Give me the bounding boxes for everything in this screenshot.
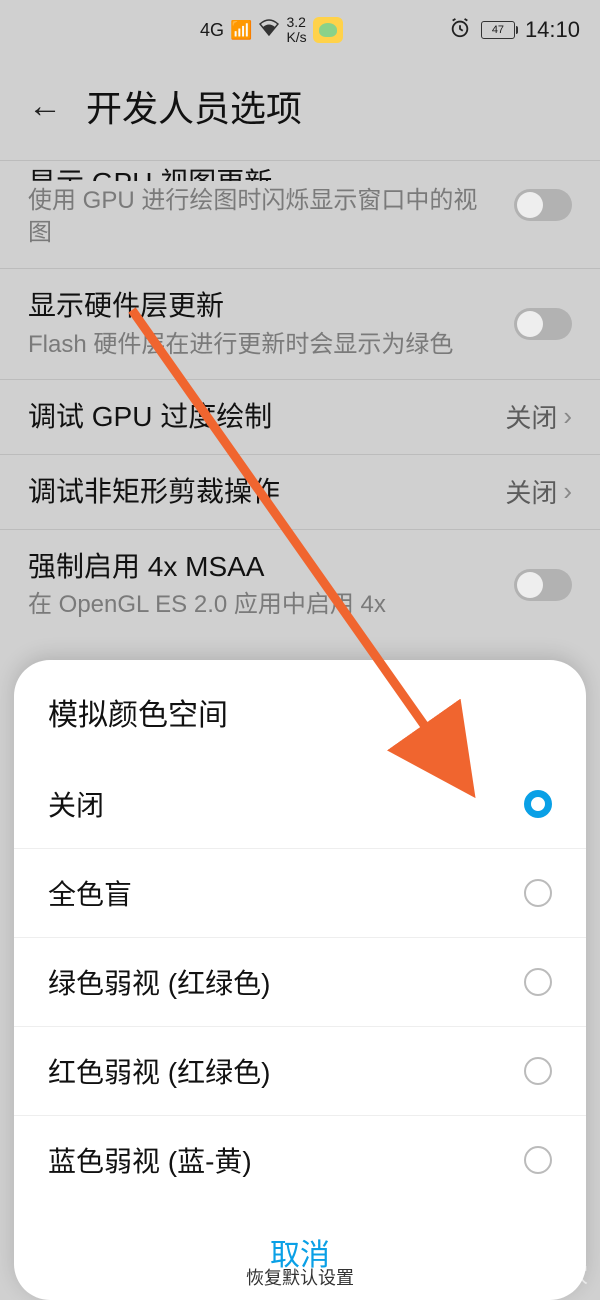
radio-icon[interactable] bbox=[524, 1057, 552, 1085]
setting-4x-msaa[interactable]: 强制启用 4x MSAA 在 OpenGL ES 2.0 应用中启用 4x bbox=[0, 530, 600, 640]
option-label: 关闭 bbox=[48, 784, 104, 824]
setting-nonrect-clip[interactable]: 调试非矩形剪裁操作 关闭 › bbox=[0, 455, 600, 530]
settings-list: 显示 GPU 视图更新 使用 GPU 进行绘图时闪烁显示窗口中的视图 显示硬件层… bbox=[0, 160, 600, 640]
option-label: 绿色弱视 (红绿色) bbox=[48, 962, 270, 1002]
option-label: 蓝色弱视 (蓝-黄) bbox=[48, 1140, 252, 1180]
alarm-icon bbox=[449, 17, 471, 44]
setting-desc: 使用 GPU 进行绘图时闪烁显示窗口中的视图 bbox=[28, 185, 494, 250]
reset-defaults-label: 恢复默认设置 bbox=[0, 1264, 600, 1290]
setting-value: 关闭 bbox=[505, 473, 557, 510]
network-4g-label: 4G bbox=[200, 20, 224, 41]
option-protanomaly[interactable]: 红色弱视 (红绿色) bbox=[14, 1027, 586, 1116]
radio-selected-icon[interactable] bbox=[524, 790, 552, 818]
setting-desc: 在 OpenGL ES 2.0 应用中启用 4x bbox=[28, 589, 494, 621]
radio-icon[interactable] bbox=[524, 968, 552, 996]
modal-title: 模拟颜色空间 bbox=[14, 684, 586, 754]
setting-title: 显示硬件层更新 bbox=[28, 287, 494, 325]
setting-title: 调试非矩形剪裁操作 bbox=[28, 473, 485, 511]
chevron-right-icon: › bbox=[563, 476, 572, 507]
net-speed: 3.2 K/s bbox=[286, 15, 306, 46]
chevron-right-icon: › bbox=[563, 401, 572, 432]
wifi-icon bbox=[258, 19, 280, 42]
radio-icon[interactable] bbox=[524, 1146, 552, 1174]
option-label: 全色盲 bbox=[48, 873, 132, 913]
status-right: 47 14:10 bbox=[449, 17, 580, 44]
watermark: 智能家 bbox=[518, 1258, 590, 1290]
setting-title: 显示 GPU 视图更新 bbox=[28, 161, 494, 181]
signal-icon: 📶 bbox=[230, 20, 252, 41]
battery-icon: 47 bbox=[481, 21, 515, 39]
setting-gpu-view-updates[interactable]: 显示 GPU 视图更新 使用 GPU 进行绘图时闪烁显示窗口中的视图 bbox=[0, 160, 600, 269]
page-title: 开发人员选项 bbox=[86, 80, 302, 132]
status-bar: 4G 📶 3.2 K/s 47 14:10 bbox=[0, 0, 600, 60]
status-time: 14:10 bbox=[525, 17, 580, 43]
toggle-switch[interactable] bbox=[514, 308, 572, 340]
option-tritanomaly[interactable]: 蓝色弱视 (蓝-黄) bbox=[14, 1116, 586, 1204]
setting-hw-layer-updates[interactable]: 显示硬件层更新 Flash 硬件层在进行更新时会显示为绿色 bbox=[0, 269, 600, 380]
page-header: ← 开发人员选项 bbox=[0, 60, 600, 160]
toggle-switch[interactable] bbox=[514, 569, 572, 601]
toggle-switch[interactable] bbox=[514, 189, 572, 221]
radio-icon[interactable] bbox=[524, 879, 552, 907]
setting-title: 调试 GPU 过度绘制 bbox=[28, 398, 485, 436]
back-button[interactable]: ← bbox=[28, 87, 62, 126]
setting-desc: Flash 硬件层在进行更新时会显示为绿色 bbox=[28, 329, 494, 361]
color-space-modal: 模拟颜色空间 关闭 全色盲 绿色弱视 (红绿色) 红色弱视 (红绿色) 蓝色弱视… bbox=[14, 660, 586, 1300]
setting-title: 强制启用 4x MSAA bbox=[28, 548, 494, 586]
option-list: 关闭 全色盲 绿色弱视 (红绿色) 红色弱视 (红绿色) 蓝色弱视 (蓝-黄) bbox=[14, 754, 586, 1204]
option-off[interactable]: 关闭 bbox=[14, 754, 586, 849]
setting-gpu-overdraw[interactable]: 调试 GPU 过度绘制 关闭 › bbox=[0, 380, 600, 455]
option-label: 红色弱视 (红绿色) bbox=[48, 1051, 270, 1091]
option-monochromacy[interactable]: 全色盲 bbox=[14, 849, 586, 938]
setting-value: 关闭 bbox=[505, 398, 557, 435]
status-left: 4G 📶 3.2 K/s bbox=[200, 15, 343, 46]
app-notification-icon bbox=[313, 17, 343, 43]
option-deuteranomaly[interactable]: 绿色弱视 (红绿色) bbox=[14, 938, 586, 1027]
